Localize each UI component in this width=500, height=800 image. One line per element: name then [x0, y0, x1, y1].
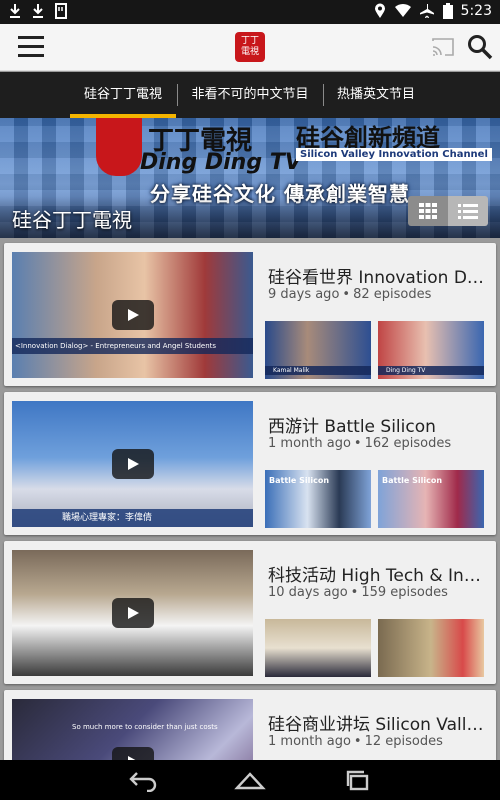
- logo-text-line2: 電視: [240, 47, 259, 57]
- playlist-card[interactable]: 科技活动 High Tech & Innovation 10 days ago•…: [4, 541, 496, 684]
- logo-text-line1: 丁丁: [240, 36, 259, 46]
- app-bar: 丁丁 電視: [0, 24, 500, 71]
- playlist-card[interactable]: <Innovation Dialog> - Entrepreneurs and …: [4, 243, 496, 386]
- tab-label: 非看不可的中文节目: [191, 87, 309, 102]
- playlist-episodes: 82 episodes: [353, 287, 432, 302]
- episode-thumbnail[interactable]: Battle Silicon: [378, 470, 484, 528]
- sd-card-icon: [55, 3, 67, 19]
- episode-caption: Kamal Malik: [265, 366, 371, 375]
- status-bar: 5:23: [0, 0, 500, 24]
- playlist-meta: 1 month ago • 162 episodes: [268, 436, 451, 451]
- back-icon[interactable]: [127, 768, 159, 792]
- episode-caption: Battle Silicon: [269, 476, 330, 485]
- play-icon[interactable]: [112, 449, 154, 479]
- meta-separator: •: [353, 734, 362, 749]
- playlist-thumbnail[interactable]: <Innovation Dialog> - Entrepreneurs and …: [12, 252, 253, 378]
- tab-english-programs[interactable]: 热播英文节目: [326, 72, 426, 118]
- battery-icon: [442, 3, 453, 19]
- meta-separator: •: [350, 585, 359, 600]
- channel-name-en: Silicon Valley Innovation Channel: [296, 148, 492, 161]
- playlist-episodes: 12 episodes: [364, 734, 443, 749]
- download-icon: [33, 4, 43, 18]
- location-icon: [374, 3, 385, 18]
- playlist-age: 1 month ago: [268, 436, 351, 451]
- playlist-title: 硅谷商业讲坛 Silicon Valley Business: [268, 715, 486, 735]
- episode-thumbnail[interactable]: Battle Silicon: [265, 470, 371, 528]
- episode-thumbnail[interactable]: [378, 619, 484, 677]
- channel-banner: 丁丁電視 Ding Ding TV 硅谷創新頻道 Silicon Valley …: [0, 118, 500, 238]
- view-toggle: [408, 196, 488, 226]
- thumbnail-caption: So much more to consider than just costs: [72, 723, 218, 731]
- tab-divider: [323, 84, 324, 106]
- system-nav-bar: [0, 760, 500, 800]
- brand-name-en: Ding Ding TV: [140, 150, 302, 175]
- tab-divider: [177, 84, 178, 106]
- home-icon[interactable]: [234, 768, 266, 792]
- playlist-title: 硅谷看世界 Innovation Dialog: [268, 268, 486, 288]
- grid-icon: [419, 203, 437, 219]
- playlist-age: 1 month ago: [268, 734, 351, 749]
- recents-icon[interactable]: [342, 768, 374, 792]
- list-icon: [458, 204, 478, 219]
- tab-chinese-programs[interactable]: 非看不可的中文节目: [180, 72, 320, 118]
- thumbnail-caption: <Innovation Dialog> - Entrepreneurs and …: [12, 338, 253, 354]
- playlist-episodes: 162 episodes: [364, 436, 452, 451]
- playlist-thumbnail[interactable]: 職場心理專家：李偉倩: [12, 401, 253, 527]
- playlist-thumbnail[interactable]: [12, 550, 253, 676]
- tab-label: 热播英文节目: [336, 87, 415, 102]
- episode-thumbnail[interactable]: [265, 619, 371, 677]
- episode-thumbnail[interactable]: Kamal Malik: [265, 321, 371, 379]
- download-icon: [10, 4, 20, 18]
- channel-title: 硅谷丁丁電視: [12, 208, 132, 232]
- grid-view-button[interactable]: [408, 196, 448, 226]
- play-icon[interactable]: [112, 300, 154, 330]
- playlist-meta: 9 days ago • 82 episodes: [268, 287, 431, 302]
- meta-separator: •: [353, 436, 362, 451]
- playlist-episodes: 159 episodes: [361, 585, 448, 600]
- play-icon[interactable]: [112, 598, 154, 628]
- episode-caption: Battle Silicon: [382, 476, 443, 485]
- episode-thumbnail[interactable]: Ding Ding TV: [378, 321, 484, 379]
- playlist-meta: 1 month ago • 12 episodes: [268, 734, 443, 749]
- playlist-age: 10 days ago: [268, 585, 348, 600]
- meta-separator: •: [342, 287, 351, 302]
- status-time: 5:23: [460, 3, 492, 19]
- episode-caption: Ding Ding TV: [378, 366, 484, 375]
- playlist-age: 9 days ago: [268, 287, 340, 302]
- playlist-card[interactable]: 職場心理專家：李偉倩 西游计 Battle Silicon 1 month ag…: [4, 392, 496, 535]
- playlist-title: 西游计 Battle Silicon: [268, 417, 436, 437]
- playlist-title: 科技活动 High Tech & Innovation: [268, 566, 486, 586]
- menu-icon[interactable]: [18, 36, 44, 58]
- thumbnail-caption: 職場心理專家：李偉倩: [12, 509, 253, 527]
- cast-icon[interactable]: [431, 37, 455, 57]
- tab-bar: 硅谷丁丁電視 非看不可的中文节目 热播英文节目: [0, 72, 500, 118]
- search-icon[interactable]: [467, 34, 493, 60]
- tab-label: 硅谷丁丁電視: [83, 87, 162, 102]
- playlist-meta: 10 days ago • 159 episodes: [268, 585, 448, 600]
- tab-dingding-tv[interactable]: 硅谷丁丁電視: [70, 72, 176, 118]
- wifi-icon: [394, 3, 411, 17]
- app-logo: 丁丁 電視: [235, 32, 265, 62]
- airplane-icon: [419, 4, 434, 18]
- list-view-button[interactable]: [448, 196, 488, 226]
- channel-logo-badge: [96, 118, 142, 176]
